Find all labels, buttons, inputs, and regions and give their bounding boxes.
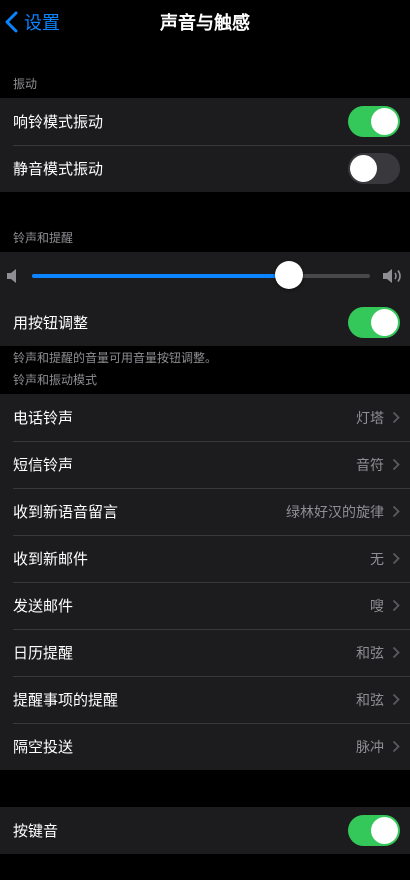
ring-vibrate-toggle[interactable] xyxy=(348,106,400,137)
pattern-label: 提醒事项的提醒 xyxy=(13,691,119,709)
toggle-knob xyxy=(350,155,377,182)
pattern-row-text-tone[interactable]: 短信铃声 音符 xyxy=(0,441,410,488)
vibration-group: 响铃模式振动 静音模式振动 xyxy=(0,98,410,192)
pattern-value: 和弦 xyxy=(356,692,384,709)
toggle-knob xyxy=(371,108,398,135)
button-adjust-row: 用按钮调整 xyxy=(0,299,410,346)
pattern-value: 和弦 xyxy=(356,645,384,662)
pattern-value: 嗖 xyxy=(370,598,384,615)
silent-vibrate-toggle[interactable] xyxy=(348,153,400,184)
pattern-value: 绿林好汉的旋律 xyxy=(286,504,384,521)
volume-slider[interactable] xyxy=(32,260,370,289)
pattern-row-sent-mail[interactable]: 发送邮件 嗖 xyxy=(0,582,410,629)
keyboard-clicks-toggle[interactable] xyxy=(348,815,400,846)
patterns-group: 电话铃声 灯塔 短信铃声 音符 收到新语音留言 绿林好汉的旋律 收到新邮件 无 … xyxy=(0,394,410,770)
toggle-knob xyxy=(371,309,398,336)
ringer-footer-note: 铃声和提醒的音量可用音量按钮调整。 xyxy=(13,350,218,365)
volume-thumb[interactable] xyxy=(274,260,303,289)
ring-vibrate-label: 响铃模式振动 xyxy=(13,113,104,131)
navigation-bar: 设置 声音与触感 xyxy=(0,0,410,44)
toggle-knob xyxy=(371,817,398,844)
section-header-ringer: 铃声和提醒 xyxy=(13,231,74,245)
section-header-patterns: 铃声和振动模式 xyxy=(13,373,98,387)
chevron-right-icon xyxy=(392,599,400,612)
button-adjust-toggle[interactable] xyxy=(348,307,400,338)
speaker-low-icon xyxy=(7,268,16,283)
ringer-group: 用按钮调整 xyxy=(0,252,410,346)
volume-fill xyxy=(32,273,289,278)
chevron-right-icon xyxy=(392,411,400,424)
chevron-right-icon xyxy=(392,693,400,706)
keyboard-group: 按键音 xyxy=(0,807,410,854)
chevron-right-icon xyxy=(392,646,400,659)
chevron-right-icon xyxy=(392,458,400,471)
pattern-label: 收到新邮件 xyxy=(13,550,89,568)
pattern-value: 灯塔 xyxy=(356,410,384,427)
speaker-high-icon xyxy=(383,268,401,283)
pattern-label: 隔空投送 xyxy=(13,738,74,756)
button-adjust-label: 用按钮调整 xyxy=(13,314,89,332)
chevron-left-icon xyxy=(5,11,18,33)
pattern-label: 收到新语音留言 xyxy=(13,503,119,521)
page-title: 声音与触感 xyxy=(160,13,250,34)
pattern-row-calendar[interactable]: 日历提醒 和弦 xyxy=(0,629,410,676)
keyboard-clicks-row: 按键音 xyxy=(0,807,410,854)
pattern-row-reminders[interactable]: 提醒事项的提醒 和弦 xyxy=(0,676,410,723)
silent-vibrate-row: 静音模式振动 xyxy=(0,145,410,192)
pattern-label: 短信铃声 xyxy=(13,456,74,474)
section-header-vibration: 振动 xyxy=(13,77,38,91)
back-label: 设置 xyxy=(24,13,60,34)
pattern-row-ringtone[interactable]: 电话铃声 灯塔 xyxy=(0,394,410,441)
pattern-label: 日历提醒 xyxy=(13,644,74,662)
pattern-value: 音符 xyxy=(356,457,384,474)
back-button[interactable]: 设置 xyxy=(4,0,60,44)
pattern-row-airdrop[interactable]: 隔空投送 脉冲 xyxy=(0,723,410,770)
volume-slider-row xyxy=(0,252,410,299)
chevron-right-icon xyxy=(392,505,400,518)
silent-vibrate-label: 静音模式振动 xyxy=(13,160,104,178)
pattern-value: 脉冲 xyxy=(356,739,384,756)
pattern-value: 无 xyxy=(370,551,384,568)
keyboard-clicks-label: 按键音 xyxy=(13,822,59,840)
chevron-right-icon xyxy=(392,552,400,565)
pattern-label: 电话铃声 xyxy=(13,409,74,427)
pattern-row-new-mail[interactable]: 收到新邮件 无 xyxy=(0,535,410,582)
chevron-right-icon xyxy=(392,740,400,753)
ring-vibrate-row: 响铃模式振动 xyxy=(0,98,410,145)
pattern-row-voicemail[interactable]: 收到新语音留言 绿林好汉的旋律 xyxy=(0,488,410,535)
pattern-label: 发送邮件 xyxy=(13,597,74,615)
